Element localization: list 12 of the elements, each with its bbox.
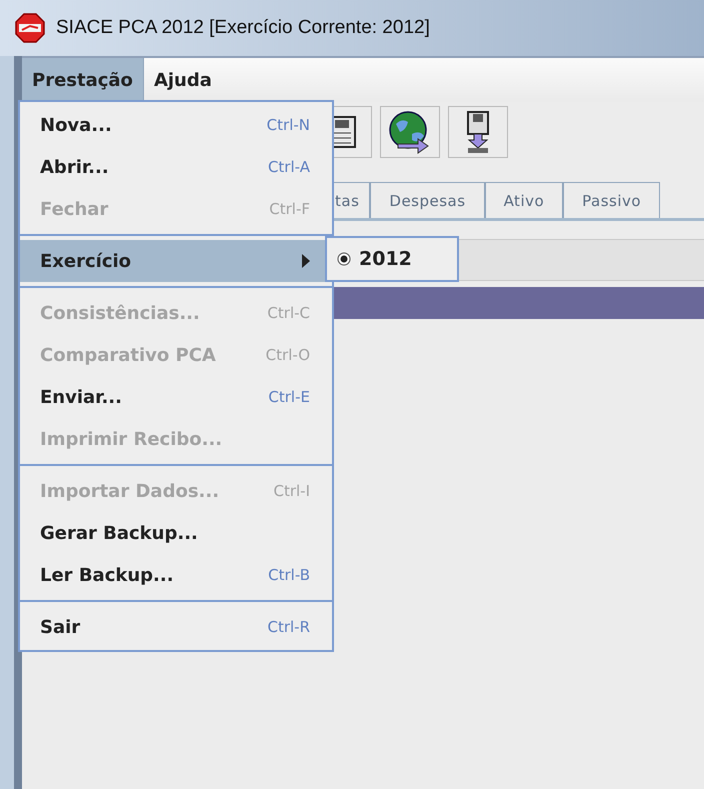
tab[interactable]: Passivo [563,182,660,218]
menu-item[interactable]: Ler Backup... Ctrl-B [20,554,332,596]
tab[interactable]: Despesas [370,182,485,218]
menu-item[interactable]: Abrir... Ctrl-A [20,146,332,188]
menu-item[interactable]: Nova... Ctrl-N [20,104,332,146]
menu-item[interactable]: Enviar... Ctrl-E [20,376,332,418]
menu-item[interactable]: Gerar Backup... [20,512,332,554]
menu-bar-item[interactable]: Ajuda [144,58,222,102]
window-title: SIACE PCA 2012 [Exercício Corrente: 2012] [56,17,430,39]
tab[interactable]: Ativo [484,182,564,218]
menu-bar-item[interactable]: Prestação [22,58,144,102]
menu-item[interactable]: Sair Ctrl-R [20,606,332,648]
